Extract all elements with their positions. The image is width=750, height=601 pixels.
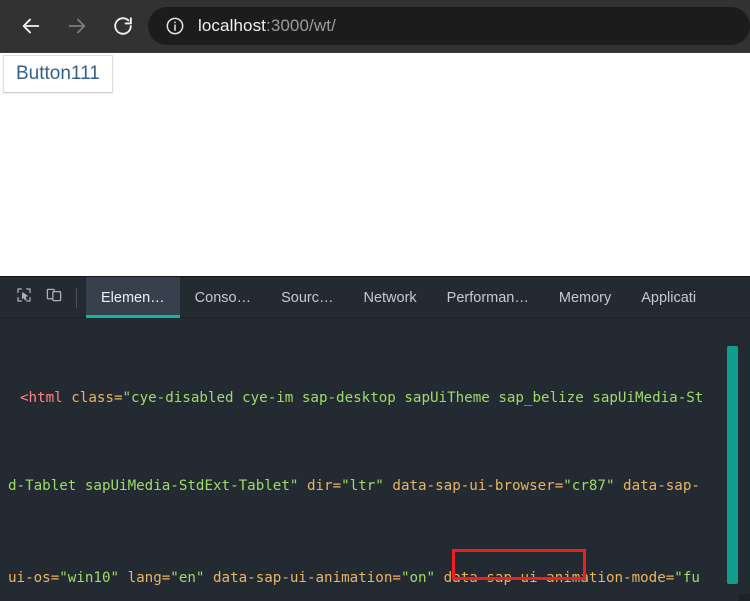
dom-line-html-wrap1[interactable]: d-Tablet sapUiMedia-StdExt-Tablet" dir="… [0,475,750,498]
address-bar[interactable]: localhost:3000/wt/ [148,7,750,45]
html-animmode-attr: data-sap-ui-animation-mode= [435,570,675,586]
devtools-panel: Elemen… Conso… Sourc… Network Performan…… [0,276,750,601]
inspect-element-button[interactable] [9,283,39,313]
forward-button[interactable] [56,5,98,47]
tab-application[interactable]: Applicati [626,277,711,318]
dom-line-html-wrap2[interactable]: ui-os="win10" lang="en" data-sap-ui-anim… [0,567,750,590]
device-toolbar-icon [45,286,63,309]
sap-button-111[interactable]: Button111 [3,55,113,93]
dom-tree[interactable]: <html class="cye-disabled cye-im sap-des… [0,318,750,601]
toolbar-divider [76,287,77,308]
html-os-attr: ui-os= [8,570,60,586]
url-path: :3000/wt/ [266,16,336,35]
html-os-value: "win10" [59,570,120,586]
html-dir-attr: dir= [298,478,342,494]
tab-elements[interactable]: Elemen… [86,277,180,318]
html-class-value: "cye-disabled cye-im sap-desktop sapUiTh… [122,390,704,406]
devtools-tabbar: Elemen… Conso… Sourc… Network Performan…… [0,277,750,318]
browser-toolbar: localhost:3000/wt/ [0,0,750,52]
html-anim-attr: data-sap-ui-animation= [204,570,401,586]
tab-sources[interactable]: Sourc… [266,277,348,318]
page-viewport: Button111 [0,52,750,277]
html-lang-attr: lang= [119,570,171,586]
html-browser-attr: data-sap-ui-browser= [383,478,564,494]
url-host: localhost [198,16,266,35]
tab-console[interactable]: Conso… [180,277,266,318]
devtools-tab-list: Elemen… Conso… Sourc… Network Performan…… [86,277,711,318]
html-class-value-cont: d-Tablet sapUiMedia-StdExt-Tablet" [8,478,299,494]
reload-icon [112,15,134,37]
html-sap-attr-part: data-sap- [614,478,700,494]
html-animmode-value: "fu [674,570,700,586]
dom-line-html[interactable]: <html class="cye-disabled cye-im sap-des… [0,387,750,406]
tab-memory[interactable]: Memory [544,277,626,318]
html-lang-value: "en" [170,570,205,586]
device-toolbar-button[interactable] [39,283,69,313]
forward-arrow-icon [66,15,88,37]
html-tag: <html [20,390,63,406]
address-bar-text: localhost:3000/wt/ [198,16,336,36]
tab-performance[interactable]: Performan… [432,277,544,318]
reload-button[interactable] [102,5,144,47]
dom-tree-scrollbar-thumb[interactable] [727,346,738,584]
devtools-tool-icons [0,277,86,318]
info-circle-icon[interactable] [165,16,185,36]
html-anim-value: "on" [400,570,436,586]
html-dir-value: "ltr" [341,478,384,494]
back-arrow-icon [20,15,42,37]
html-class-attr: class= [62,390,123,406]
tab-network[interactable]: Network [348,277,431,318]
html-browser-value: "cr87" [563,478,615,494]
inspect-element-icon [15,286,33,309]
back-button[interactable] [10,5,52,47]
